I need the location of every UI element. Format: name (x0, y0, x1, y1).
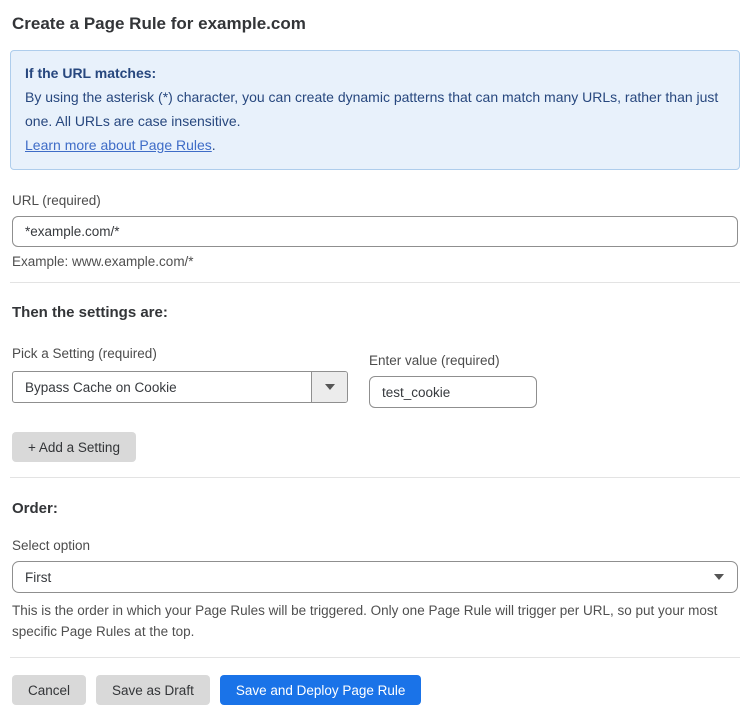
page-title: Create a Page Rule for example.com (10, 14, 740, 34)
add-setting-wrap: + Add a Setting (10, 432, 740, 462)
info-box-heading: If the URL matches: (25, 61, 725, 85)
footer-actions: Cancel Save as Draft Save and Deploy Pag… (10, 675, 740, 705)
settings-section-heading: Then the settings are: (10, 304, 740, 321)
save-and-deploy-button[interactable]: Save and Deploy Page Rule (220, 675, 422, 705)
url-field-label: URL (required) (12, 193, 101, 208)
cancel-button[interactable]: Cancel (12, 675, 86, 705)
setting-row: Pick a Setting (required) Bypass Cache o… (10, 345, 740, 408)
info-box-body: By using the asterisk (*) character, you… (25, 85, 725, 157)
create-page-rule-form: Create a Page Rule for example.com If th… (0, 0, 750, 719)
pick-setting-column: Pick a Setting (required) Bypass Cache o… (12, 345, 348, 403)
save-as-draft-button[interactable]: Save as Draft (96, 675, 210, 705)
enter-value-label: Enter value (required) (369, 353, 500, 368)
setting-value-input[interactable] (369, 376, 537, 408)
url-input[interactable] (12, 216, 738, 247)
url-field-section: URL (required) Example: www.example.com/… (10, 192, 740, 269)
order-select[interactable]: First (12, 561, 738, 593)
order-section-heading: Order: (10, 500, 740, 517)
divider (10, 282, 740, 283)
add-setting-button[interactable]: + Add a Setting (12, 432, 136, 462)
setting-select-value: Bypass Cache on Cookie (13, 372, 311, 402)
learn-more-link[interactable]: Learn more about Page Rules (25, 137, 212, 153)
setting-select[interactable]: Bypass Cache on Cookie (12, 371, 348, 403)
info-box-body-text: By using the asterisk (*) character, you… (25, 89, 718, 129)
url-example-text: Example: www.example.com/* (12, 254, 738, 269)
setting-select-dropdown-button[interactable] (311, 372, 347, 402)
pick-setting-label: Pick a Setting (required) (12, 346, 157, 361)
divider (10, 477, 740, 478)
order-select-value: First (25, 570, 51, 585)
link-suffix: . (212, 137, 216, 153)
enter-value-column: Enter value (required) (369, 352, 537, 408)
order-select-section: Select option First This is the order in… (10, 537, 740, 642)
divider (10, 657, 740, 658)
chevron-down-icon (325, 384, 335, 390)
order-select-label: Select option (12, 538, 90, 553)
url-matches-info-box: If the URL matches: By using the asteris… (10, 50, 740, 170)
order-helper-text: This is the order in which your Page Rul… (12, 600, 732, 642)
chevron-down-icon (714, 574, 724, 580)
